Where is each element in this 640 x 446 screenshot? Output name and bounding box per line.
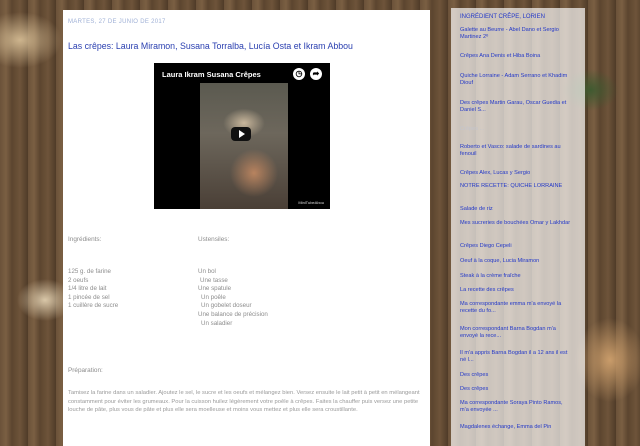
sidebar-item[interactable]: Mes sucreries de bouchées Omar y Lakhdar bbox=[460, 220, 572, 227]
sidebar-item[interactable]: Magdalenes échange, Emma del Pin bbox=[460, 424, 572, 431]
sidebar-item[interactable]: Crêpes Diego Cepeli bbox=[460, 243, 572, 250]
sidebar-item[interactable]: Des crêpes bbox=[460, 372, 572, 379]
preparation-text: Tamisez la farine dans un saladier. Ajou… bbox=[68, 390, 420, 413]
sidebar-item[interactable]: Il m'a appris Barna Bogdan il a 12 ans i… bbox=[460, 350, 572, 363]
list-item: Un bol bbox=[198, 268, 216, 275]
post-title[interactable]: Las crêpes: Laura Miramon, Susana Torral… bbox=[68, 41, 428, 51]
list-item: Une spatule bbox=[198, 285, 232, 293]
sidebar-item[interactable]: Ma correspondante emma m'a envoyé la rec… bbox=[460, 301, 572, 314]
preparation-label: Préparation: bbox=[68, 367, 103, 374]
post-date: MARTES, 27 DE JUNIO DE 2017 bbox=[68, 19, 166, 25]
ingredients-list: 125 g. de farine 2 oeufs 1/4 litre de la… bbox=[68, 268, 118, 311]
sidebar-item[interactable]: Galette au Beurre - Abel Dano et Sergio … bbox=[460, 27, 572, 40]
sidebar-item[interactable]: Roberto et Vasco: salade de sardines au … bbox=[460, 144, 572, 157]
video-player[interactable]: Laura Ikram Susana Crêpes ◷ ➦ MiniTubeAb… bbox=[154, 63, 330, 209]
sidebar-item[interactable]: Crêpes ... bbox=[460, 126, 572, 133]
list-item: Une tasse bbox=[200, 276, 228, 284]
sidebar-item[interactable]: Quiche Lorraine - Adam Serrano et Khadim… bbox=[460, 73, 572, 86]
video-thumbnail bbox=[200, 83, 288, 209]
sidebar-item[interactable]: Oeuf à la coque, Lucia Miramon bbox=[460, 258, 572, 265]
list-item: Un saladier bbox=[201, 319, 233, 327]
sidebar-item[interactable]: La recette des crêpes bbox=[460, 287, 572, 294]
clock-icon[interactable]: ◷ bbox=[293, 68, 305, 80]
sidebar-item[interactable]: Des crêpes bbox=[460, 386, 572, 393]
list-item: 125 g. de farine bbox=[68, 268, 112, 275]
video-watermark: MiniTubeAbou bbox=[298, 200, 324, 205]
list-item: 1/4 litre de lait bbox=[68, 285, 107, 293]
sidebar-item[interactable]: NOTRE RECETTE: QUICHE LORRAINE bbox=[460, 183, 572, 190]
ustensiles-list: Un bol Une tasse Une spatule Un poêle Un… bbox=[198, 268, 268, 328]
sidebar-item[interactable]: Des crêpes Martin Garau, Oscar Guedia et… bbox=[460, 100, 572, 113]
share-icon[interactable]: ➦ bbox=[310, 68, 322, 80]
video-title[interactable]: Laura Ikram Susana Crêpes bbox=[162, 70, 261, 79]
list-item: Une balance de précision bbox=[198, 310, 268, 318]
list-item: 1 cuillère de sucre bbox=[68, 302, 119, 310]
sidebar-item[interactable]: INGRÉDIENT CRÊPE, LORIEN bbox=[460, 14, 572, 21]
sidebar-item[interactable]: Salade de riz bbox=[460, 206, 572, 213]
list-item: Un poêle bbox=[201, 293, 226, 301]
sidebar-blog-archive: INGRÉDIENT CRÊPE, LORIEN Galette au Beur… bbox=[451, 8, 585, 446]
list-item: Un gobelet doseur bbox=[201, 302, 252, 310]
sidebar-item[interactable]: Crêpes Ana Denis et Hiba Boina bbox=[460, 53, 572, 60]
sidebar-item[interactable]: Steak à la crème fraîche bbox=[460, 273, 572, 280]
sidebar-item[interactable]: Mon correspondant Barna Bogdan m'a envoy… bbox=[460, 326, 572, 339]
sidebar-item[interactable]: Ma correspondante Soraya Pinto Ramos, m'… bbox=[460, 400, 572, 413]
sidebar-item[interactable]: Crêpes Alex, Lucas y Sergio bbox=[460, 170, 572, 177]
list-item: 2 oeufs bbox=[68, 276, 89, 284]
play-icon[interactable] bbox=[231, 127, 251, 141]
list-item: 1 pincée de sel bbox=[68, 293, 110, 301]
ustensiles-label: Ustensiles: bbox=[198, 236, 230, 243]
ingredients-label: Ingrédients: bbox=[68, 236, 102, 243]
